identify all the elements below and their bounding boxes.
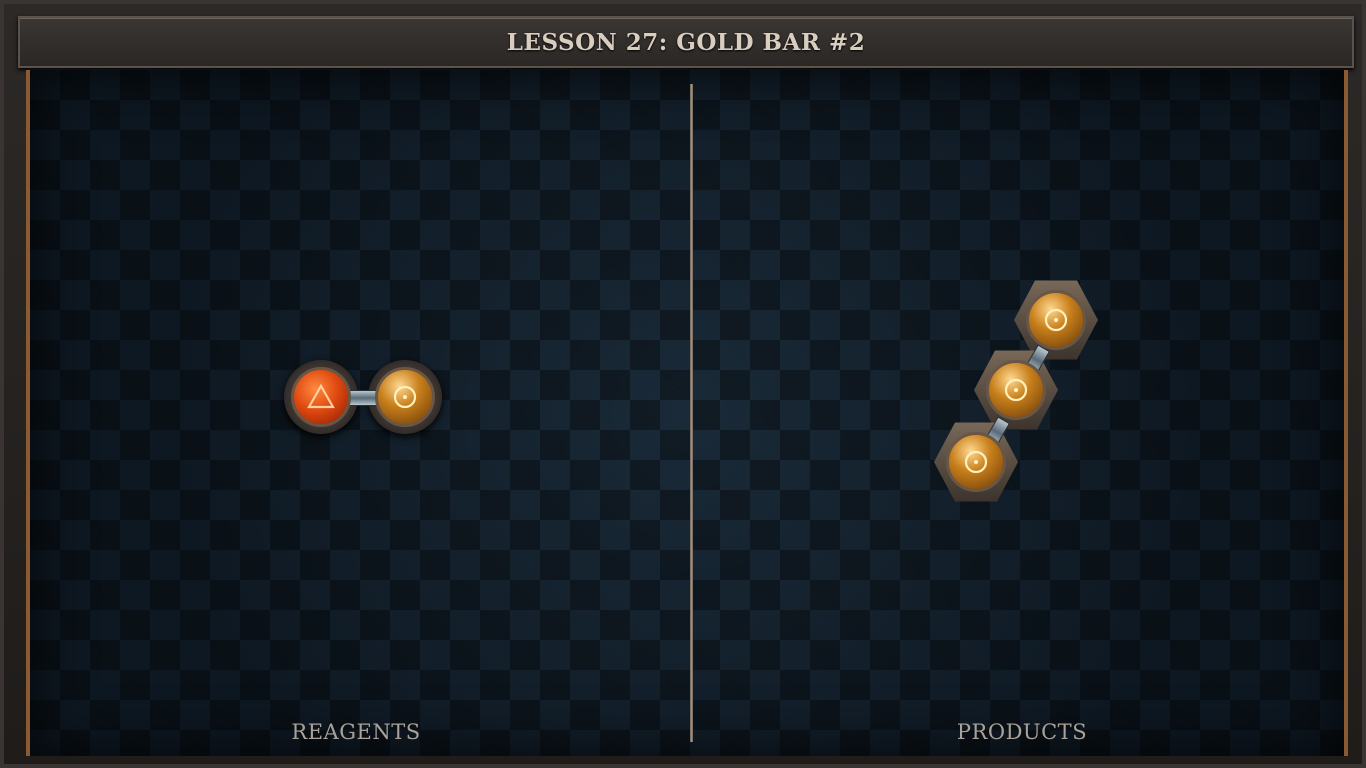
game-frame: LESSON 27: GOLD BAR #2 REAGENTS PRODUCTS	[0, 0, 1366, 768]
title-bar: LESSON 27: GOLD BAR #2	[18, 16, 1354, 68]
gold-sun-icon	[964, 450, 988, 474]
gold-sun-icon	[1044, 308, 1068, 332]
gold-atom	[1026, 290, 1086, 350]
gold-atom	[946, 432, 1006, 492]
reagent-molecule	[282, 354, 452, 444]
lesson-title: LESSON 27: GOLD BAR #2	[506, 28, 866, 56]
bond-connector	[348, 390, 378, 406]
gold-sun-icon	[1004, 378, 1028, 402]
fire-triangle-icon	[307, 383, 335, 409]
gold-atom	[986, 360, 1046, 420]
fire-atom	[291, 367, 351, 427]
lesson-board: REAGENTS PRODUCTS	[26, 70, 1348, 756]
reagents-label: REAGENTS	[291, 720, 421, 744]
products-label: PRODUCTS	[956, 720, 1088, 744]
gold-sun-icon	[393, 385, 417, 409]
product-molecule	[930, 274, 1110, 514]
panel-divider	[690, 84, 693, 742]
gold-atom	[375, 367, 435, 427]
